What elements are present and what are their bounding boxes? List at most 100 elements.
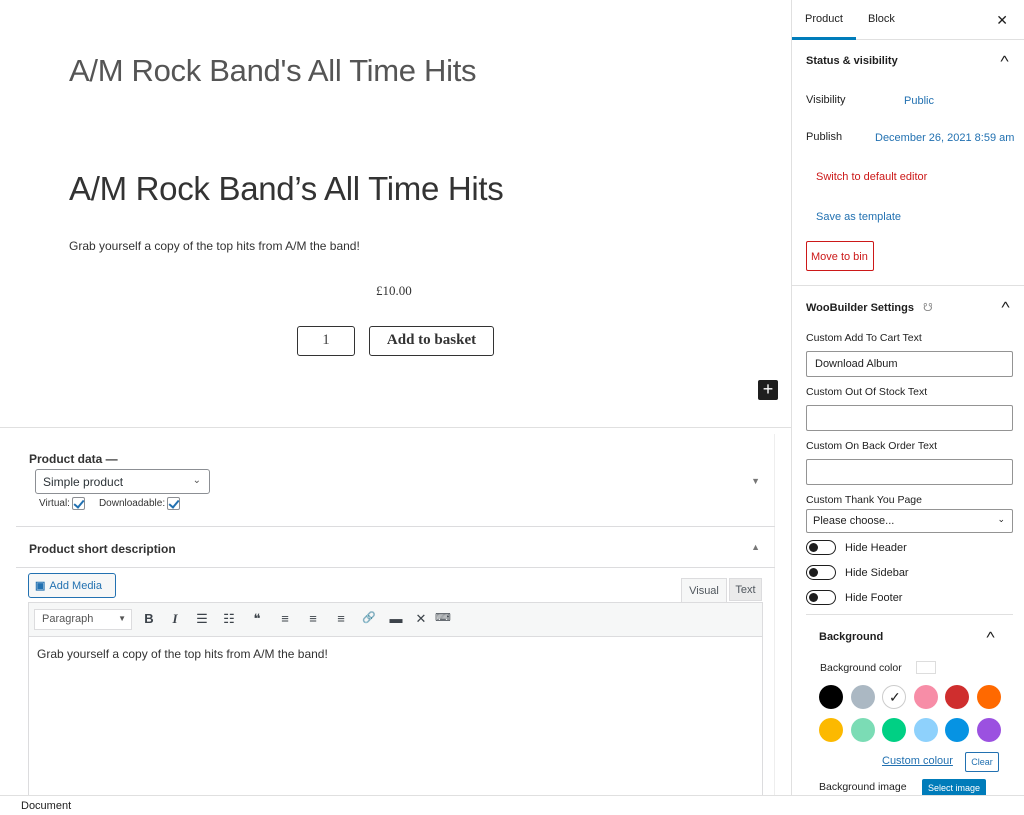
woobuilder-header[interactable]: WooBuilder Settings ☋ ˄ (792, 286, 1024, 326)
swatch-luminous-vivid-amber[interactable] (819, 718, 843, 742)
thank-you-page-value: Please choose... (813, 515, 895, 527)
downloadable-option[interactable]: Downloadable: (98, 497, 181, 510)
thank-you-page-label: Custom Thank You Page (806, 494, 922, 506)
swatch-cyan-bluish-gray[interactable] (850, 685, 875, 709)
save-as-template-link[interactable]: Save as template (816, 211, 901, 223)
swatch-vivid-purple[interactable] (976, 718, 1001, 742)
swatch-vivid-green-cyan[interactable] (882, 718, 906, 742)
status-visibility-header[interactable]: Status & visibility ˄ (792, 40, 1024, 80)
divider (16, 567, 775, 568)
out-of-stock-text-input[interactable] (806, 405, 1013, 431)
expand-toggle-icon[interactable]: ▲ (751, 542, 760, 552)
swatch-pale-cyan-blue[interactable] (913, 718, 938, 742)
publish-date[interactable]: December 26, 2021 8:59 am (875, 132, 1014, 144)
quantity-input[interactable]: 1 (297, 326, 355, 356)
plugin-icon: ☋ (923, 302, 933, 314)
custom-colour-link[interactable]: Custom colour (882, 755, 953, 767)
product-type-value: Simple product (43, 475, 124, 489)
product-metaboxes: Product data — Simple product ⌄ Virtual:… (16, 434, 775, 795)
rich-text-editor: Paragraph ▼ B I ☰ ☷ ❝ ≡ ≡ ≡ 🔗 ▬ ✕ ⌨ Grab yourself a… (28, 602, 763, 795)
breadcrumb-document[interactable]: Document (21, 800, 71, 812)
numbered-list-icon[interactable]: ☷ (219, 611, 239, 627)
chevron-down-icon: ⌄ (192, 475, 201, 486)
out-of-stock-text-label: Custom Out Of Stock Text (806, 386, 928, 398)
add-to-cart-text-label: Custom Add To Cart Text (806, 332, 922, 344)
downloadable-checkbox[interactable] (167, 497, 181, 510)
woobuilder-title: WooBuilder Settings (806, 302, 914, 314)
clear-color-button[interactable]: Clear (965, 752, 999, 772)
downloadable-label: Downloadable: (98, 498, 166, 510)
back-order-text-label: Custom On Back Order Text (806, 440, 938, 452)
background-title: Background (819, 631, 884, 643)
swatch-vivid-red[interactable] (945, 685, 969, 709)
background-header[interactable]: Background ˄ (792, 616, 1012, 656)
add-to-cart-text-input[interactable]: Download Album (806, 351, 1013, 377)
link-icon[interactable]: 🔗 (359, 611, 379, 624)
swatch-vivid-cyan-blue[interactable] (945, 718, 969, 742)
format-value: Paragraph (42, 613, 94, 625)
italic-icon[interactable]: I (165, 611, 185, 627)
add-media-label: Add Media (49, 580, 102, 592)
swatch-black[interactable] (819, 685, 843, 709)
visibility-value[interactable]: Public (904, 95, 934, 107)
product-type-select[interactable]: Simple product ⌄ (35, 469, 210, 494)
switch-default-editor-link[interactable]: Switch to default editor (816, 171, 927, 183)
product-title[interactable]: A/M Rock Band’s All Time Hits (69, 170, 504, 208)
format-select[interactable]: Paragraph ▼ (34, 609, 132, 630)
product-price: £10.00 (376, 283, 412, 298)
check-icon: ✓ (889, 689, 901, 705)
bold-icon[interactable]: B (139, 611, 159, 626)
virtual-checkbox[interactable] (71, 497, 85, 510)
hide-footer-toggle[interactable] (806, 590, 836, 605)
align-center-icon[interactable]: ≡ (303, 611, 323, 626)
tab-product[interactable]: Product (792, 13, 856, 40)
tab-text[interactable]: Text (729, 578, 762, 601)
tab-visual[interactable]: Visual (681, 578, 727, 602)
media-icon: ▣ (35, 580, 46, 592)
sidebar-tabs: Product Block ✕ (792, 0, 1024, 40)
close-icon[interactable]: ✕ (996, 12, 1008, 29)
move-to-bin-button[interactable]: Move to bin (806, 241, 874, 271)
product-options: Virtual: Downloadable: (39, 497, 181, 510)
add-media-button[interactable]: ▣ Add Media (28, 573, 116, 598)
short-description-label: Product short description (29, 542, 176, 556)
collapse-toggle-icon[interactable]: ▼ (751, 476, 760, 486)
align-left-icon[interactable]: ≡ (275, 611, 295, 626)
swatch-luminous-vivid-orange[interactable] (976, 685, 1001, 709)
bulleted-list-icon[interactable]: ☰ (192, 611, 212, 627)
product-short-description[interactable]: Grab yourself a copy of the top hits fro… (69, 239, 360, 253)
publish-label: Publish (806, 131, 843, 143)
read-more-icon[interactable]: ▬ (386, 611, 406, 626)
status-visibility-title: Status & visibility (806, 55, 898, 67)
divider (0, 427, 791, 428)
virtual-option[interactable]: Virtual: (39, 497, 85, 510)
hide-header-toggle[interactable] (806, 540, 836, 555)
hide-sidebar-toggle[interactable] (806, 565, 836, 580)
dropdown-arrow-icon: ▼ (118, 614, 126, 623)
divider (806, 614, 1013, 615)
editor-content[interactable]: Grab yourself a copy of the top hits fro… (29, 637, 762, 671)
select-image-button[interactable]: Select image (922, 779, 986, 795)
back-order-text-input[interactable] (806, 459, 1013, 485)
swatch-pale-pink[interactable] (913, 685, 938, 709)
chevron-up-icon: ˄ (985, 628, 996, 642)
thank-you-page-select[interactable]: Please choose... ⌄ (806, 509, 1013, 533)
background-color-label: Background color (820, 662, 902, 674)
page-title[interactable]: A/M Rock Band's All Time Hits (69, 53, 477, 89)
tab-block[interactable]: Block (868, 13, 895, 25)
align-right-icon[interactable]: ≡ (331, 611, 351, 626)
chevron-up-icon: ˄ (1000, 298, 1011, 312)
add-to-basket-button[interactable]: Add to basket (369, 326, 494, 356)
toolbar-toggle-icon[interactable]: ⌨ (433, 611, 453, 624)
fullscreen-icon[interactable]: ✕ (411, 611, 431, 627)
hide-sidebar-label: Hide Sidebar (845, 567, 909, 579)
hide-footer-label: Hide Footer (845, 592, 903, 604)
chevron-down-icon: ⌄ (997, 514, 1005, 524)
swatch-white[interactable]: ✓ (882, 685, 906, 709)
add-block-button[interactable]: + (758, 380, 778, 400)
visibility-label: Visibility (806, 94, 846, 106)
blockquote-icon[interactable]: ❝ (247, 611, 267, 627)
divider (16, 526, 775, 527)
plus-icon: + (762, 379, 774, 399)
swatch-light-green-cyan[interactable] (850, 718, 875, 742)
